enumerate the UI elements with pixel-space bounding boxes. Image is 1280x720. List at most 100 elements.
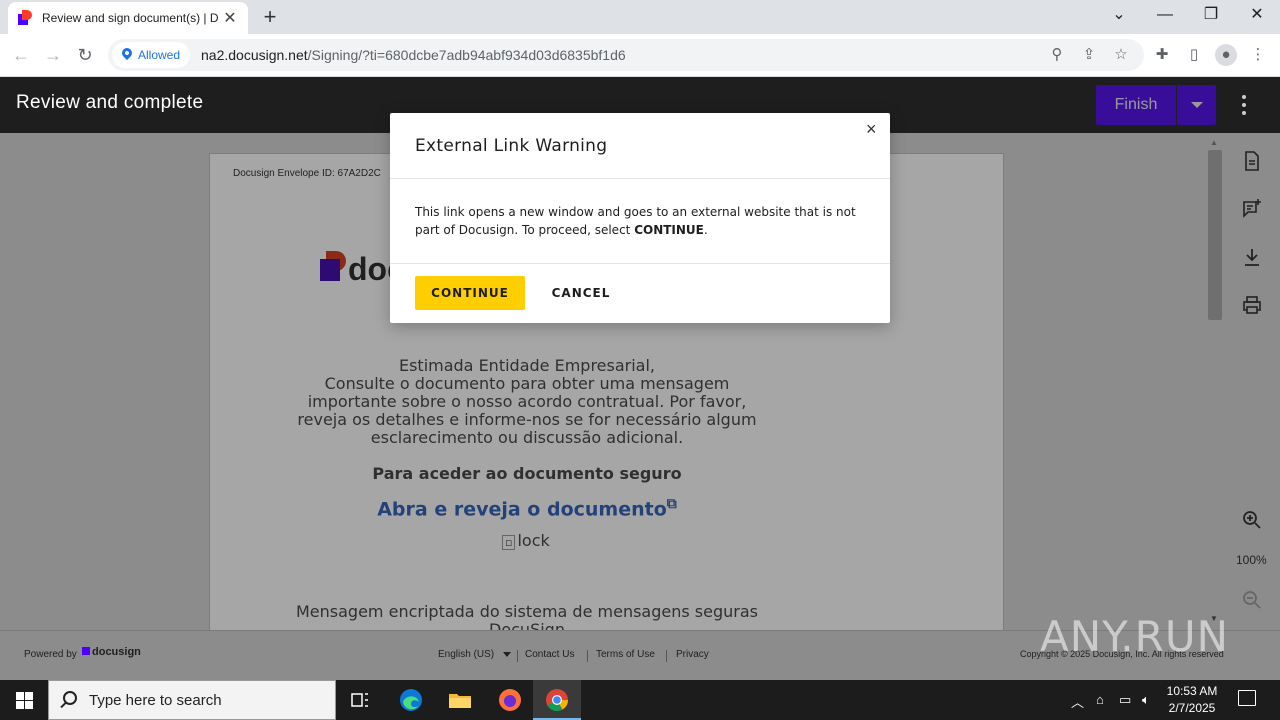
extensions-icon[interactable]: ✚ [1151,44,1173,66]
url-text[interactable]: na2.docusign.net/Signing/?ti=680dcbe7adb… [201,39,626,71]
footer-divider [666,650,667,662]
windows-start-icon[interactable] [0,680,48,720]
finish-dropdown-icon[interactable] [1177,85,1216,125]
edge-icon[interactable] [397,686,425,714]
scroll-up-icon[interactable]: ▲ [1210,138,1218,147]
footer-line: Mensagem encriptada do sistema de mensag… [296,602,758,621]
dialog-message: This link opens a new window and goes to… [415,203,875,239]
envelope-id: Docusign Envelope ID: 67A2D2C [233,168,381,179]
message-line: reveja os detalhes e informe-nos se for … [297,410,757,429]
browser-toolbar: ← → ↻ Allowed na2.docusign.net/Signing/?… [0,34,1280,77]
message-line: Estimada Entidade Empresarial, [398,356,656,375]
back-icon[interactable]: ← [8,42,34,68]
finish-button[interactable]: Finish [1096,85,1176,125]
open-document-link[interactable]: Abra e reveja o documento⧉ [210,496,844,520]
footer-divider [587,650,588,662]
tray-device-icon[interactable]: ⌂ [1096,692,1104,707]
location-pin-icon [119,45,135,61]
system-clock[interactable]: 10:53 AM 2/7/2025 [1160,683,1224,717]
clock-date: 2/7/2025 [1168,701,1216,715]
document-icon[interactable] [1240,149,1264,173]
external-link-icon: ⧉ [666,496,677,512]
message-end: . [703,223,708,237]
tray-overflow-icon[interactable]: ︿ [1071,692,1084,711]
zoom-out-icon[interactable] [1240,588,1264,612]
docusign-logo: doc [320,251,405,291]
document-footer-text: Mensagem encriptada do sistema de mensag… [210,602,844,631]
dialog-title: External Link Warning [415,136,608,156]
browser-tab[interactable]: Review and sign document(s) | D ✕ [8,2,248,34]
new-tab-button[interactable]: + [258,4,282,30]
file-explorer-icon[interactable] [446,686,474,714]
minimize-button[interactable]: — [1142,0,1188,30]
docusign-mark-icon [82,647,90,655]
tab-search-icon[interactable]: ⌄ [1096,0,1142,30]
link-label: Abra e reveja o documento [377,498,667,521]
chrome-icon [546,689,568,711]
clock-time: 10:53 AM [1166,684,1218,698]
terms-link[interactable]: Terms of Use [596,649,655,660]
network-icon[interactable]: ▭ [1119,692,1131,708]
bookmark-star-icon[interactable]: ☆ [1110,44,1132,66]
page-title: Review and complete [16,92,204,113]
taskbar-search-input[interactable]: Type here to search [48,680,336,720]
document-message: Estimada Entidade Empresarial, Consulte … [210,357,844,447]
footer-brand: docusign [82,646,141,658]
task-view-icon[interactable] [346,686,374,714]
message-bold: CONTINUE [634,223,704,237]
chrome-taskbar-button[interactable] [533,680,581,720]
close-icon[interactable]: × [866,119,877,140]
continue-button[interactable]: CONTINUE [415,276,525,310]
profile-avatar-icon[interactable]: ● [1215,44,1237,66]
language-select[interactable]: English (US) [438,649,511,660]
tab-close-icon[interactable]: ✕ [222,8,238,28]
reload-icon[interactable]: ↻ [72,42,98,68]
lock-alt-text: lock [517,531,550,550]
zoom-in-icon[interactable] [1240,508,1264,532]
document-scrollbar[interactable] [1208,150,1222,320]
message-line: esclarecimento ou discussão adicional. [370,428,684,447]
add-comment-icon[interactable] [1240,197,1264,221]
broken-image-icon: ▫ [502,535,516,550]
forward-icon[interactable]: → [40,42,66,68]
lock-image: ▫ lock [502,531,550,550]
dialog-divider [390,263,890,264]
firefox-icon[interactable] [496,686,524,714]
url-host: na2.docusign.net [201,47,308,63]
url-path: /Signing/?ti=680dcbe7adb94abf934d03d6835… [307,47,626,63]
search-placeholder: Type here to search [89,692,222,709]
chevron-down-icon [502,652,511,657]
anyrun-watermark: ANY.RUN [1040,612,1229,661]
browser-tabstrip: Review and sign document(s) | D ✕ + ⌄ — … [0,0,1280,34]
restore-button[interactable]: ❐ [1188,0,1234,30]
zoom-level: 100% [1236,553,1267,567]
message-line: importante sobre o nosso acordo contratu… [307,392,747,411]
download-icon[interactable] [1240,245,1264,269]
message-line: Consulte o documento para obter uma mens… [324,374,730,393]
chrome-menu-icon[interactable]: ⋮ [1247,44,1269,66]
windows-taskbar: Type here to search ︿ ⌂ ▭ 🔈︎ 10:53 AM 2/… [0,680,1280,720]
permission-chip[interactable]: Allowed [112,42,191,68]
print-icon[interactable] [1240,293,1264,317]
location-icon[interactable]: ⚲ [1046,44,1068,66]
dialog-divider [390,178,890,179]
permission-label: Allowed [138,48,181,62]
powered-by-label: Powered by [24,649,77,660]
share-icon[interactable]: ⇪ [1078,44,1100,66]
footer-divider [517,650,518,662]
search-icon [63,691,77,705]
close-window-button[interactable]: ✕ [1234,0,1280,30]
contact-link[interactable]: Contact Us [525,649,574,660]
notification-icon[interactable] [1238,690,1256,706]
tab-title: Review and sign document(s) | D [42,11,219,25]
external-link-warning-dialog: External Link Warning × This link opens … [390,113,890,323]
secure-heading: Para aceder ao documento seguro [372,464,682,483]
footer-line: DocuSign [489,620,565,631]
address-bar[interactable]: Allowed na2.docusign.net/Signing/?ti=680… [108,39,1144,71]
more-options-icon[interactable] [1232,93,1256,117]
privacy-link[interactable]: Privacy [676,649,709,660]
cancel-button[interactable]: CANCEL [540,276,622,310]
docusign-favicon-icon [18,10,34,26]
volume-icon[interactable]: 🔈︎ [1142,692,1150,708]
side-panel-icon[interactable]: ▯ [1183,44,1205,66]
